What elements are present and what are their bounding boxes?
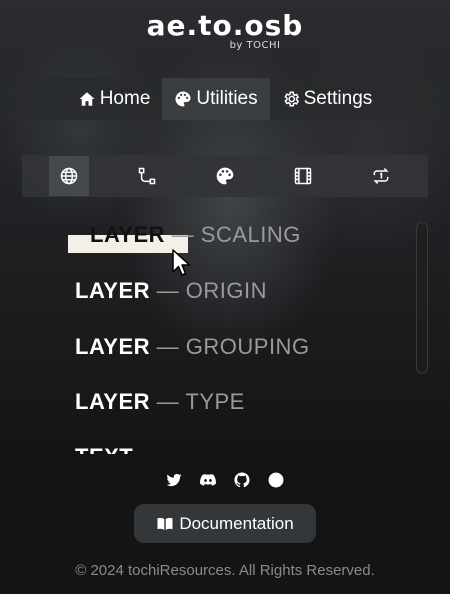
nav-home[interactable]: Home	[66, 78, 163, 120]
documentation-button[interactable]: Documentation	[134, 504, 316, 543]
nav-settings-label: Settings	[303, 88, 373, 109]
social-links	[0, 470, 450, 490]
palette-icon	[175, 91, 191, 107]
mouse-cursor-icon	[172, 249, 191, 276]
film-icon	[294, 167, 312, 185]
utility-list: LAYER — SCALING LAYER — ORIGIN LAYER — G…	[70, 218, 410, 454]
app-logo: ae.to.osb	[146, 9, 304, 42]
main-nav: Home Utilities Settings	[8, 78, 442, 120]
documentation-label: Documentation	[179, 513, 294, 533]
list-item-soft: — GROUPING	[150, 334, 310, 359]
copyright-text: © 2024 tochiResources. All Rights Reserv…	[75, 562, 375, 579]
palette-icon	[216, 167, 234, 185]
list-item-strong: LAYER	[75, 389, 151, 414]
list-item-strong: LAYER	[90, 222, 166, 247]
vector-path-icon	[138, 167, 156, 185]
tool-palette[interactable]	[205, 156, 245, 196]
list-item-strong: LAYER	[75, 278, 151, 303]
list-scrollbar[interactable]	[416, 222, 428, 374]
list-item[interactable]: LAYER — GROUPING	[75, 334, 310, 360]
globe-icon	[268, 472, 284, 488]
repeat-icon	[373, 167, 389, 185]
list-item[interactable]: TEXT	[75, 444, 133, 454]
app-header: ae.to.osb by TOCHI	[0, 9, 450, 52]
tool-globe[interactable]	[49, 156, 89, 196]
twitter-link[interactable]	[164, 470, 184, 490]
github-icon	[234, 472, 250, 488]
book-icon	[157, 517, 173, 530]
discord-icon	[200, 474, 216, 486]
tool-vector-path[interactable]	[127, 156, 167, 196]
list-item-strong: TEXT	[75, 444, 133, 454]
tool-film[interactable]	[283, 156, 323, 196]
list-item[interactable]: LAYER — TYPE	[75, 389, 245, 415]
gear-icon	[284, 91, 299, 107]
globe-icon	[60, 167, 78, 185]
website-link[interactable]	[266, 470, 286, 490]
list-item-strong: LAYER	[75, 334, 151, 359]
list-item[interactable]: LAYER — SCALING	[90, 222, 301, 248]
nav-home-label: Home	[99, 88, 151, 109]
home-icon	[79, 92, 95, 106]
twitter-icon	[166, 473, 182, 487]
list-item-soft: — SCALING	[165, 222, 301, 247]
utility-toolbar	[22, 155, 428, 197]
nav-settings[interactable]: Settings	[270, 78, 385, 120]
tool-repeat[interactable]	[361, 156, 401, 196]
list-item-soft: — ORIGIN	[150, 278, 267, 303]
discord-link[interactable]	[198, 470, 218, 490]
nav-utilities-label: Utilities	[196, 88, 258, 109]
nav-utilities[interactable]: Utilities	[162, 78, 270, 120]
list-item[interactable]: LAYER — ORIGIN	[75, 278, 267, 304]
list-item-soft: — TYPE	[150, 389, 245, 414]
github-link[interactable]	[232, 470, 252, 490]
